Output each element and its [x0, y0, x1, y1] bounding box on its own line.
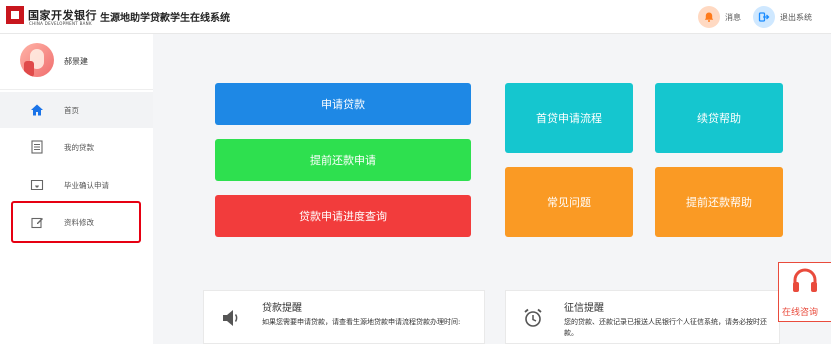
speaker-icon: [220, 307, 242, 329]
headset-icon: [790, 267, 820, 295]
edit-icon: [30, 215, 44, 229]
sidebar-item-home[interactable]: 首页: [0, 92, 153, 128]
online-consult-label: 在线咨询: [782, 308, 819, 318]
sidebar-item-label: 首页: [64, 105, 79, 115]
messages-label: 消息: [725, 12, 741, 22]
avatar: [20, 43, 54, 77]
apply-loan-button[interactable]: 申请贷款: [215, 83, 471, 125]
system-title: 生源地助学贷款学生在线系统: [100, 13, 230, 24]
progress-query-button[interactable]: 贷款申请进度查询: [215, 195, 471, 237]
sidebar-item-my-loans[interactable]: 我的贷款: [0, 129, 153, 165]
credit-reminder-card: 征信提醒 您的贷款、还款记录已报送人民银行个人征信系统，请务必按时还款。: [505, 290, 780, 344]
alarm-clock-icon: [522, 307, 544, 329]
sidebar: 郝景建 首页 我的贷款 毕业确认申请 资料修改: [0, 34, 153, 344]
inbox-icon: [30, 178, 44, 192]
online-consult-button[interactable]: 在线咨询: [778, 262, 831, 322]
sidebar-item-edit-info[interactable]: 资料修改: [0, 204, 153, 240]
loan-reminder-card: 贷款提醒 如果您需要申请贷款，请查看生源地贷款申请流程贷款办理时间:: [203, 290, 485, 344]
sidebar-item-label: 毕业确认申请: [64, 180, 109, 190]
logout-label: 退出系统: [780, 12, 812, 22]
prepay-apply-button[interactable]: 提前还款申请: [215, 139, 471, 181]
loan-reminder-title: 贷款提醒: [262, 303, 302, 314]
home-icon: [30, 103, 44, 117]
top-header: 国家开发银行 CHINA DEVELOPMENT BANK 生源地助学贷款学生在…: [0, 0, 831, 34]
sidebar-item-graduation-confirm[interactable]: 毕业确认申请: [0, 167, 153, 203]
sidebar-item-label: 资料修改: [64, 217, 94, 227]
document-icon: [30, 140, 44, 154]
messages-button[interactable]: 消息: [698, 6, 741, 28]
bank-logo-icon: [6, 6, 24, 24]
logout-button[interactable]: 退出系统: [753, 6, 812, 28]
faq-button[interactable]: 常见问题: [505, 167, 633, 237]
first-loan-process-button[interactable]: 首贷申请流程: [505, 83, 633, 153]
renewal-help-button[interactable]: 续贷帮助: [655, 83, 783, 153]
sidebar-item-label: 我的贷款: [64, 142, 94, 152]
credit-reminder-title: 征信提醒: [564, 303, 604, 314]
logout-icon: [753, 6, 775, 28]
loan-reminder-desc: 如果您需要申请贷款，请查看生源地贷款申请流程贷款办理时间:: [262, 318, 461, 326]
user-profile: 郝景建: [0, 34, 153, 90]
credit-reminder-desc: 您的贷款、还款记录已报送人民银行个人征信系统，请务必按时还款。: [564, 318, 767, 337]
user-name: 郝景建: [64, 57, 88, 66]
brand-name-en: CHINA DEVELOPMENT BANK: [29, 21, 92, 26]
prepay-help-button[interactable]: 提前还款帮助: [655, 167, 783, 237]
bell-icon: [698, 6, 720, 28]
